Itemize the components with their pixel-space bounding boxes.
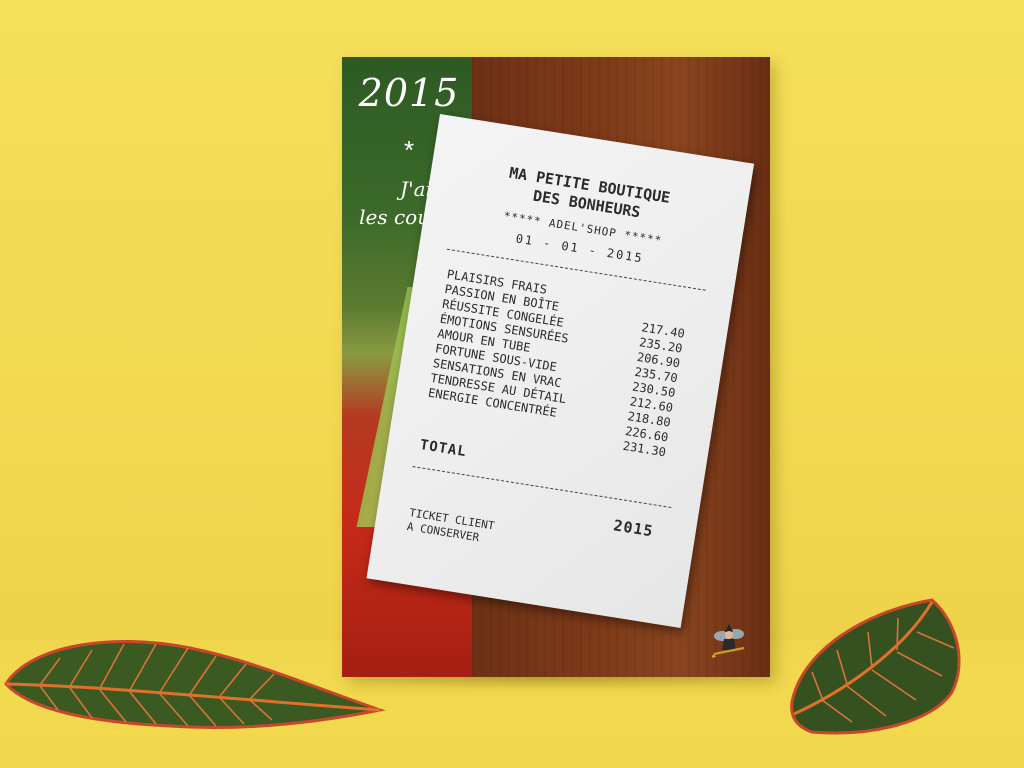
fairy-witch-icon: [712, 624, 745, 658]
poster-year: 2015: [358, 71, 460, 115]
receipt-total-label: TOTAL: [418, 437, 468, 461]
croton-leaf-left: [4, 639, 386, 729]
croton-leaf-right: [790, 598, 961, 735]
receipt-divider: [412, 466, 672, 509]
star-icon: *: [403, 135, 415, 165]
